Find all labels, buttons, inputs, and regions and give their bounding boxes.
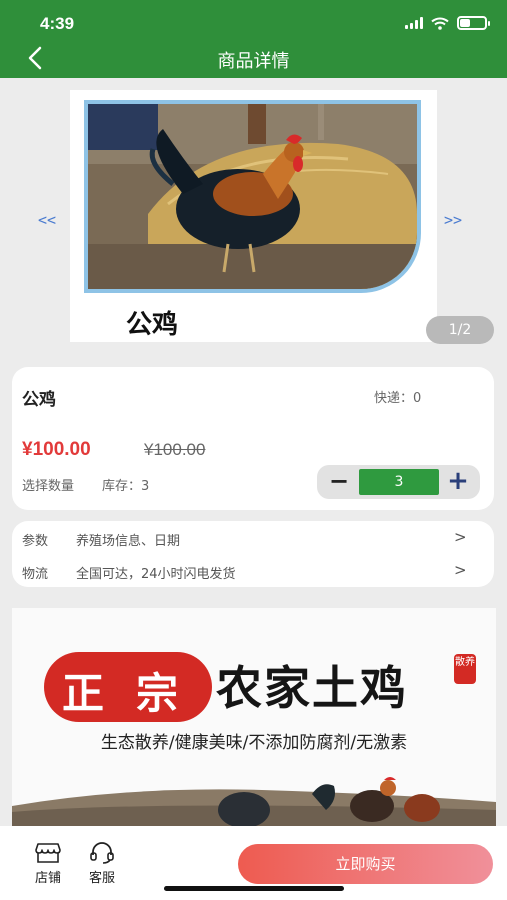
product-name: 公鸡 [22,390,56,410]
decrease-button[interactable]: − [326,469,352,494]
banner-scene-image [12,777,496,826]
params-row[interactable]: 参数 养殖场信息、日期 > [12,522,494,554]
shop-label: 店铺 [34,871,61,886]
rooster-photo [84,100,421,293]
banner-subtitle: 生态散养/健康美味/不添加防腐剂/无激素 [100,733,408,753]
badge-char-zong: 宗 [136,669,179,718]
quantity-input[interactable]: 3 [359,469,439,495]
gallery-slide: 公鸡 [70,90,437,342]
spec-info-card: 参数 养殖场信息、日期 > 物流 全国可达，24小时闪电发货 > [12,521,494,587]
authentic-badge: 正 宗 [44,652,212,722]
buy-now-button[interactable]: 立即购买 [238,844,493,884]
page-title: 商品详情 [217,51,290,72]
stock-count: 库存：3 [102,479,150,494]
service-label: 客服 [88,871,115,886]
app-header: 4:39 商品详情 [0,0,507,78]
params-key: 参数 [22,534,49,549]
shipping-fee: 快递：0 [374,391,422,406]
headset-icon [90,842,114,864]
params-value: 养殖场信息、日期 [76,534,181,549]
shop-icon [35,843,61,863]
product-gallery[interactable]: << 公鸡 >> 1/2 [0,78,507,354]
quantity-label: 选择数量 [22,479,75,494]
gallery-prev-button[interactable]: << [38,211,56,229]
logistics-key: 物流 [22,567,49,582]
shop-button[interactable]: 店铺 [28,842,68,886]
home-indicator [164,886,344,891]
logistics-row[interactable]: 物流 全国可达，24小时闪电发货 > [12,555,494,587]
customer-service-button[interactable]: 客服 [82,842,122,886]
logistics-value: 全国可达，24小时闪电发货 [76,567,236,582]
quantity-stepper: − 3 + [317,465,480,499]
bottom-action-bar: 店铺 客服 立即购买 [0,826,507,900]
signal-icon [405,17,423,29]
gallery-page-indicator: 1/2 [426,316,494,344]
gallery-next-button[interactable]: >> [444,211,462,229]
product-detail-banner: 正 宗 农家土鸡 散养 生态散养/健康美味/不添加防腐剂/无激素 [12,608,496,826]
photo-caption: 公鸡 [126,310,179,340]
increase-button[interactable]: + [445,468,471,494]
banner-title: 农家土鸡 [216,661,408,715]
status-time: 4:39 [40,14,75,33]
free-range-seal: 散养 [454,654,476,684]
badge-char-zheng: 正 [62,669,105,718]
wifi-icon [431,17,449,30]
product-info-card: 公鸡 快递：0 ¥100.00 ¥100.00 选择数量 库存：3 − 3 + [12,367,494,510]
current-price: ¥100.00 [22,439,91,460]
status-icons [405,16,490,30]
chevron-right-icon: > [454,561,467,579]
battery-icon [457,16,490,30]
original-price: ¥100.00 [144,440,206,459]
chevron-right-icon: > [454,528,467,546]
